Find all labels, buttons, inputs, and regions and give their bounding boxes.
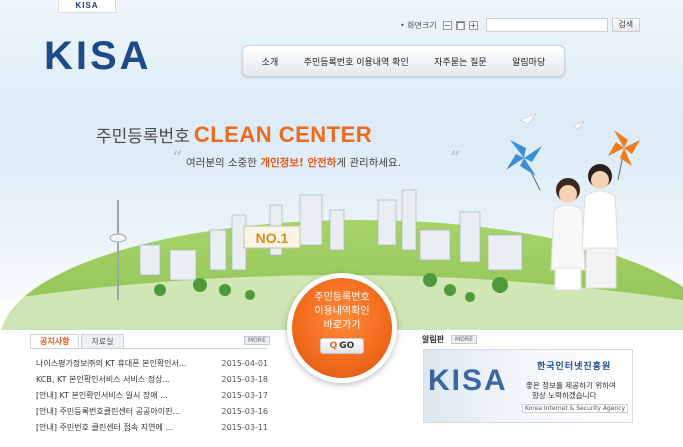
font-increase-button[interactable]: +	[468, 20, 478, 30]
notice-tabs: 공지사항 자료실	[30, 334, 126, 348]
search-button[interactable]: 검색	[611, 18, 640, 32]
go-button[interactable]: Q GO	[320, 338, 364, 354]
kisa-logo[interactable]: KISA	[44, 34, 152, 79]
hero-title-en: CLEAN CENTER	[193, 122, 373, 147]
font-decrease-button[interactable]: −	[442, 20, 452, 30]
list-item[interactable]: [안내] KT 본인확인서비스 일시 장애 ... 2015-03-17	[36, 388, 268, 404]
search-icon: Q	[329, 341, 338, 351]
nav-item-intro[interactable]: 소개	[262, 55, 279, 68]
list-item[interactable]: [안내] 주민번호 클린센터 접속 지연에 ... 2015-03-11	[36, 420, 268, 436]
paper-plane-icon	[572, 120, 585, 130]
hero-subtitle: 여러분의 소중한 개인정보! 안전하게 관리하세요.	[186, 155, 401, 170]
nav-item-notice[interactable]: 알림마당	[512, 55, 545, 68]
notice-list: 나이스평가정보㈜의 KT 휴대폰 본인확인서... 2015-04-01 KCB…	[36, 356, 268, 436]
popup-banner[interactable]: KISA 한국인터넷진흥원 좋은 정보를 제공하기 위하여 항상 노력하겠습니다…	[423, 349, 633, 423]
news-date: 2015-03-16	[221, 407, 269, 416]
news-title[interactable]: [안내] 주민번호 클린센터 접속 지연에 ...	[36, 420, 206, 436]
news-date: 2015-03-18	[221, 375, 269, 384]
svg-text:NO.1: NO.1	[256, 230, 289, 246]
font-reset-button[interactable]: ■	[455, 20, 465, 30]
list-item[interactable]: KCB, KT 본인확인서비스 서비스 정상... 2015-03-18	[36, 372, 268, 388]
hero-sub-post: 게 관리하세요.	[336, 157, 402, 169]
billboard-no1: NO.1	[243, 225, 301, 249]
popup-kisa-logo: KISA	[428, 364, 508, 397]
paper-plane-icon	[519, 113, 537, 125]
open-quote-icon: “	[172, 146, 183, 170]
news-date: 2015-03-17	[221, 391, 269, 400]
nav-item-faq[interactable]: 자주묻는 질문	[434, 55, 487, 68]
close-quote-icon: ”	[450, 146, 461, 170]
news-date: 2015-04-01	[221, 359, 269, 368]
cta-line-1: 주민등록번호	[314, 292, 370, 303]
nav-item-rrn-check[interactable]: 주민등록번호 이용내역 확인	[304, 55, 409, 68]
search-input[interactable]	[485, 18, 608, 32]
popup-text-2: 항상 노력하겠습니다	[532, 391, 597, 400]
popup-more-button[interactable]: MORE	[451, 335, 477, 344]
go-label: GO	[339, 341, 355, 351]
rrn-check-cta[interactable]: 주민등록번호 이용내역확인 바로가기 Q GO	[287, 273, 397, 383]
pinwheel-orange-icon	[608, 130, 640, 181]
news-title[interactable]: [안내] 주민등록번호클린센터 공공아이핀...	[36, 404, 206, 420]
utility-bar: • 화면크기 − ■ + 검색	[400, 18, 640, 32]
news-title[interactable]: KCB, KT 본인확인서비스 서비스 정상...	[36, 372, 206, 388]
list-item[interactable]: [안내] 주민등록번호클린센터 공공아이핀... 2015-03-16	[36, 404, 268, 420]
news-title[interactable]: [안내] KT 본인확인서비스 일시 장애 ...	[36, 388, 206, 404]
tab-archive[interactable]: 자료실	[81, 334, 124, 348]
hero-sub-highlight: 개인정보! 안전하	[260, 157, 337, 169]
news-title[interactable]: 나이스평가정보㈜의 KT 휴대폰 본인확인서...	[36, 356, 206, 372]
news-date: 2015-03-11	[221, 423, 269, 432]
hero-title-ko: 주민등록번호	[96, 127, 190, 147]
tab-divider	[30, 348, 267, 349]
top-tab[interactable]: KISA	[58, 0, 116, 13]
tab-notice[interactable]: 공지사항	[30, 334, 80, 348]
list-item[interactable]: 나이스평가정보㈜의 KT 휴대폰 본인확인서... 2015-04-01	[36, 356, 268, 372]
font-size-label: • 화면크기	[400, 20, 437, 30]
hero-sub-pre: 여러분의 소중한	[186, 157, 257, 169]
cta-line-2: 이용내역확인	[314, 306, 370, 317]
popup-eng-name: Korea Internet & Security Agency	[522, 404, 629, 413]
hero-title: 주민등록번호 CLEAN CENTER	[96, 122, 372, 148]
popup-zone-title: 알림판	[422, 335, 445, 344]
cta-inner[interactable]: 주민등록번호 이용내역확인 바로가기 Q GO	[292, 278, 392, 378]
cta-line-3: 바로가기	[323, 320, 361, 331]
pinwheel-blue-icon	[506, 140, 542, 191]
notice-more-button[interactable]: MORE	[244, 336, 270, 345]
main-nav: 소개 주민등록번호 이용내역 확인 자주묻는 질문 알림마당	[242, 45, 565, 77]
popup-org-name: 한국인터넷진흥원	[537, 362, 612, 372]
